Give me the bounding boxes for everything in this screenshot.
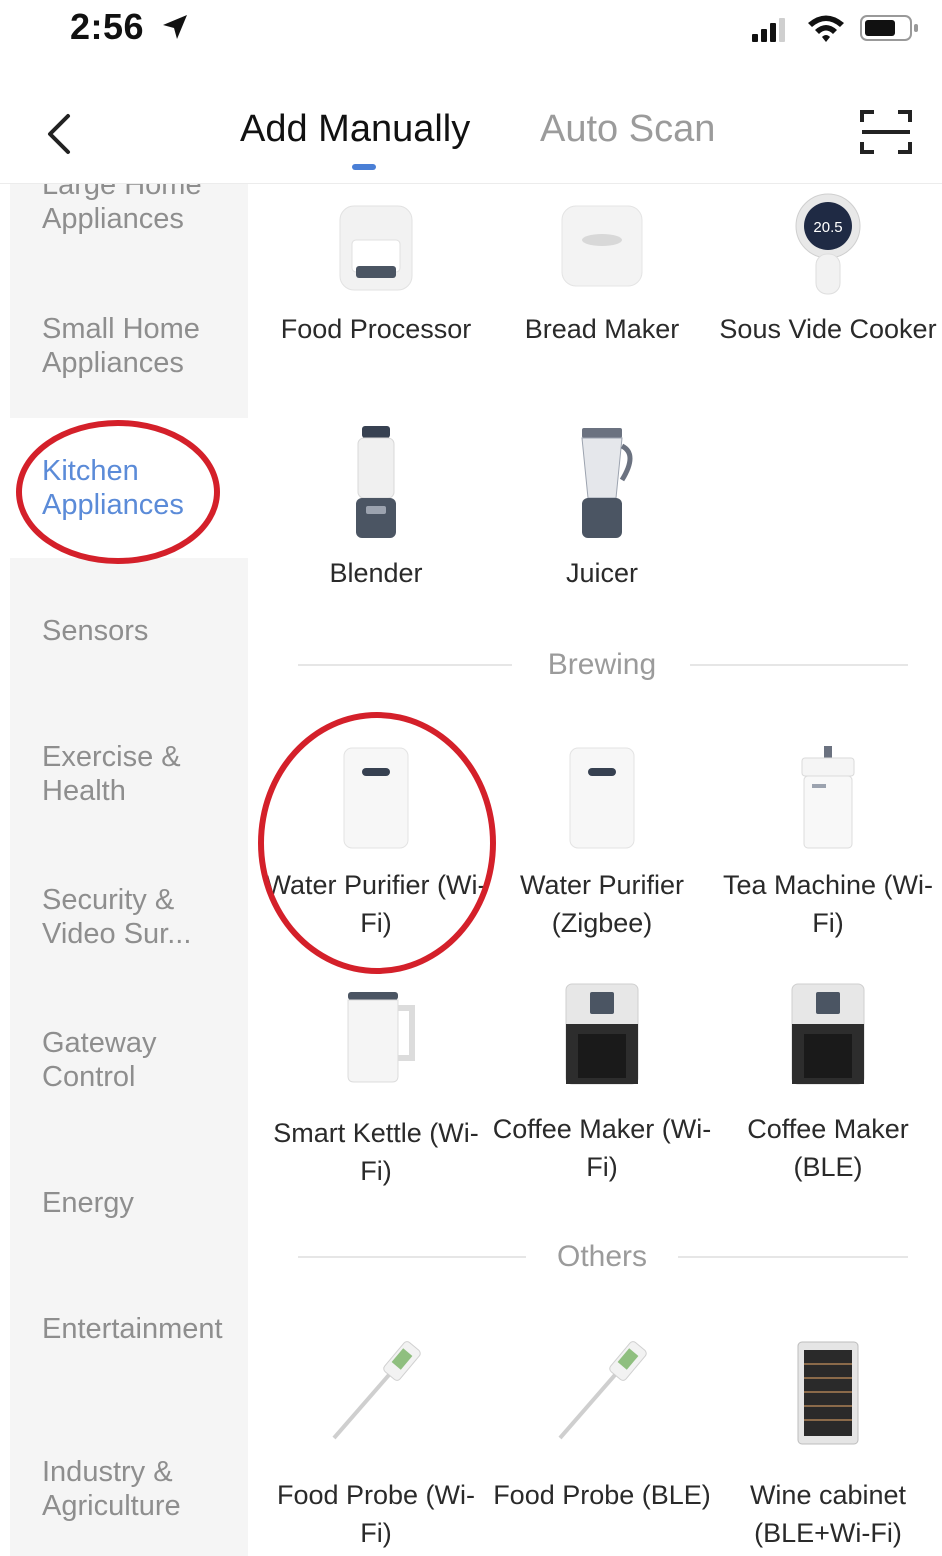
sous-vide-icon: 20.5 xyxy=(795,193,861,295)
device-water-purifier-wifi[interactable]: Water Purifier (Wi-Fi) xyxy=(263,744,489,942)
device-blender[interactable]: Blender xyxy=(263,424,489,592)
section-divider xyxy=(298,1256,526,1258)
juicer-icon xyxy=(581,428,633,538)
wifi-icon xyxy=(808,15,844,42)
sidebar-item-industry-agriculture[interactable]: Industry & Agriculture xyxy=(10,1455,210,1523)
device-label: Tea Machine (Wi-Fi) xyxy=(722,870,934,938)
sidebar-item-large-home-appliances[interactable]: Large Home Appliances xyxy=(10,184,216,236)
sidebar-item-sensors[interactable]: Sensors xyxy=(10,614,248,648)
device-grid: Food Processor Bread Maker 20.5 Sous Vid… xyxy=(248,184,942,1556)
device-wine-cabinet[interactable]: Wine cabinet (BLE+Wi-Fi) xyxy=(715,1338,941,1552)
food-probe-icon xyxy=(332,1341,421,1440)
tab-auto-scan[interactable]: Auto Scan xyxy=(540,108,715,151)
tea-machine-icon xyxy=(801,746,855,849)
device-label: Coffee Maker (BLE) xyxy=(747,1114,909,1182)
sidebar-item-kitchen-appliances[interactable]: Kitchen Appliances xyxy=(10,418,248,558)
device-label: Wine cabinet (BLE+Wi-Fi) xyxy=(749,1480,907,1548)
location-arrow-icon xyxy=(163,15,187,39)
category-sidebar: Large Home Appliances Small Home Applian… xyxy=(10,184,248,1556)
cellular-signal-icon xyxy=(752,18,785,42)
device-label: Bread Maker xyxy=(524,314,680,344)
section-title-brewing: Brewing xyxy=(547,648,657,681)
device-juicer[interactable]: Juicer xyxy=(489,424,715,592)
navbar: Add Manually Auto Scan xyxy=(0,92,942,184)
device-water-purifier-zigbee[interactable]: Water Purifier (Zigbee) xyxy=(489,744,715,942)
device-label: Water Purifier (Zigbee) xyxy=(519,870,685,938)
sidebar-item-exercise-health[interactable]: Exercise & Health xyxy=(10,740,210,808)
back-chevron-icon[interactable] xyxy=(40,110,80,158)
food-probe-icon xyxy=(558,1341,647,1440)
blender-icon xyxy=(356,426,396,538)
device-label: Water Purifier (Wi-Fi) xyxy=(265,870,487,938)
device-bread-maker[interactable]: Bread Maker xyxy=(489,200,715,348)
section-divider xyxy=(678,1256,908,1258)
device-food-probe-wifi[interactable]: Food Probe (Wi-Fi) xyxy=(263,1338,489,1552)
device-label: Smart Kettle (Wi-Fi) xyxy=(273,1118,479,1186)
device-label: Food Processor xyxy=(280,314,472,344)
sidebar-item-gateway-control[interactable]: Gateway Control xyxy=(10,1026,210,1094)
food-processor-icon xyxy=(339,205,413,291)
device-coffee-maker-wifi[interactable]: Coffee Maker (Wi-Fi) xyxy=(489,980,715,1186)
device-label: Blender xyxy=(329,558,423,588)
device-label: Food Probe (Wi-Fi) xyxy=(276,1480,476,1548)
tab-add-manually[interactable]: Add Manually xyxy=(240,108,470,151)
section-divider xyxy=(690,664,908,666)
sidebar-item-energy[interactable]: Energy xyxy=(10,1186,248,1220)
water-purifier-icon xyxy=(343,747,409,849)
device-label: Coffee Maker (Wi-Fi) xyxy=(492,1114,712,1182)
kettle-icon xyxy=(347,992,415,1083)
device-smart-kettle-wifi[interactable]: Smart Kettle (Wi-Fi) xyxy=(263,988,489,1190)
device-food-probe-ble[interactable]: Food Probe (BLE) xyxy=(489,1338,715,1514)
device-coffee-maker-ble[interactable]: Coffee Maker (BLE) xyxy=(715,980,941,1186)
battery-icon xyxy=(860,15,918,41)
section-divider xyxy=(298,664,512,666)
active-tab-indicator xyxy=(352,164,376,170)
section-title-others: Others xyxy=(556,1240,648,1273)
coffee-maker-icon xyxy=(565,983,639,1085)
wine-cabinet-icon xyxy=(797,1341,859,1445)
device-food-processor[interactable]: Food Processor xyxy=(263,200,489,348)
sidebar-item-small-home-appliances[interactable]: Small Home Appliances xyxy=(10,312,216,380)
device-sous-vide-cooker[interactable]: 20.5 Sous Vide Cooker xyxy=(715,192,941,348)
coffee-maker-icon xyxy=(791,983,865,1085)
device-label: Sous Vide Cooker xyxy=(719,314,937,344)
device-label: Juicer xyxy=(565,558,639,588)
scan-qr-icon[interactable] xyxy=(858,108,914,156)
sidebar-item-entertainment[interactable]: Entertainment xyxy=(10,1312,230,1346)
sidebar-item-security-video[interactable]: Security & Video Sur... xyxy=(10,883,220,951)
water-purifier-icon xyxy=(569,747,635,849)
device-label: Food Probe (BLE) xyxy=(493,1480,711,1510)
device-tea-machine-wifi[interactable]: Tea Machine (Wi-Fi) xyxy=(715,744,941,942)
status-time: 2:56 xyxy=(70,6,145,47)
bread-maker-icon xyxy=(561,205,643,287)
status-bar: 2:56 xyxy=(0,0,942,62)
sous-vide-display: 20.5 xyxy=(813,219,842,236)
